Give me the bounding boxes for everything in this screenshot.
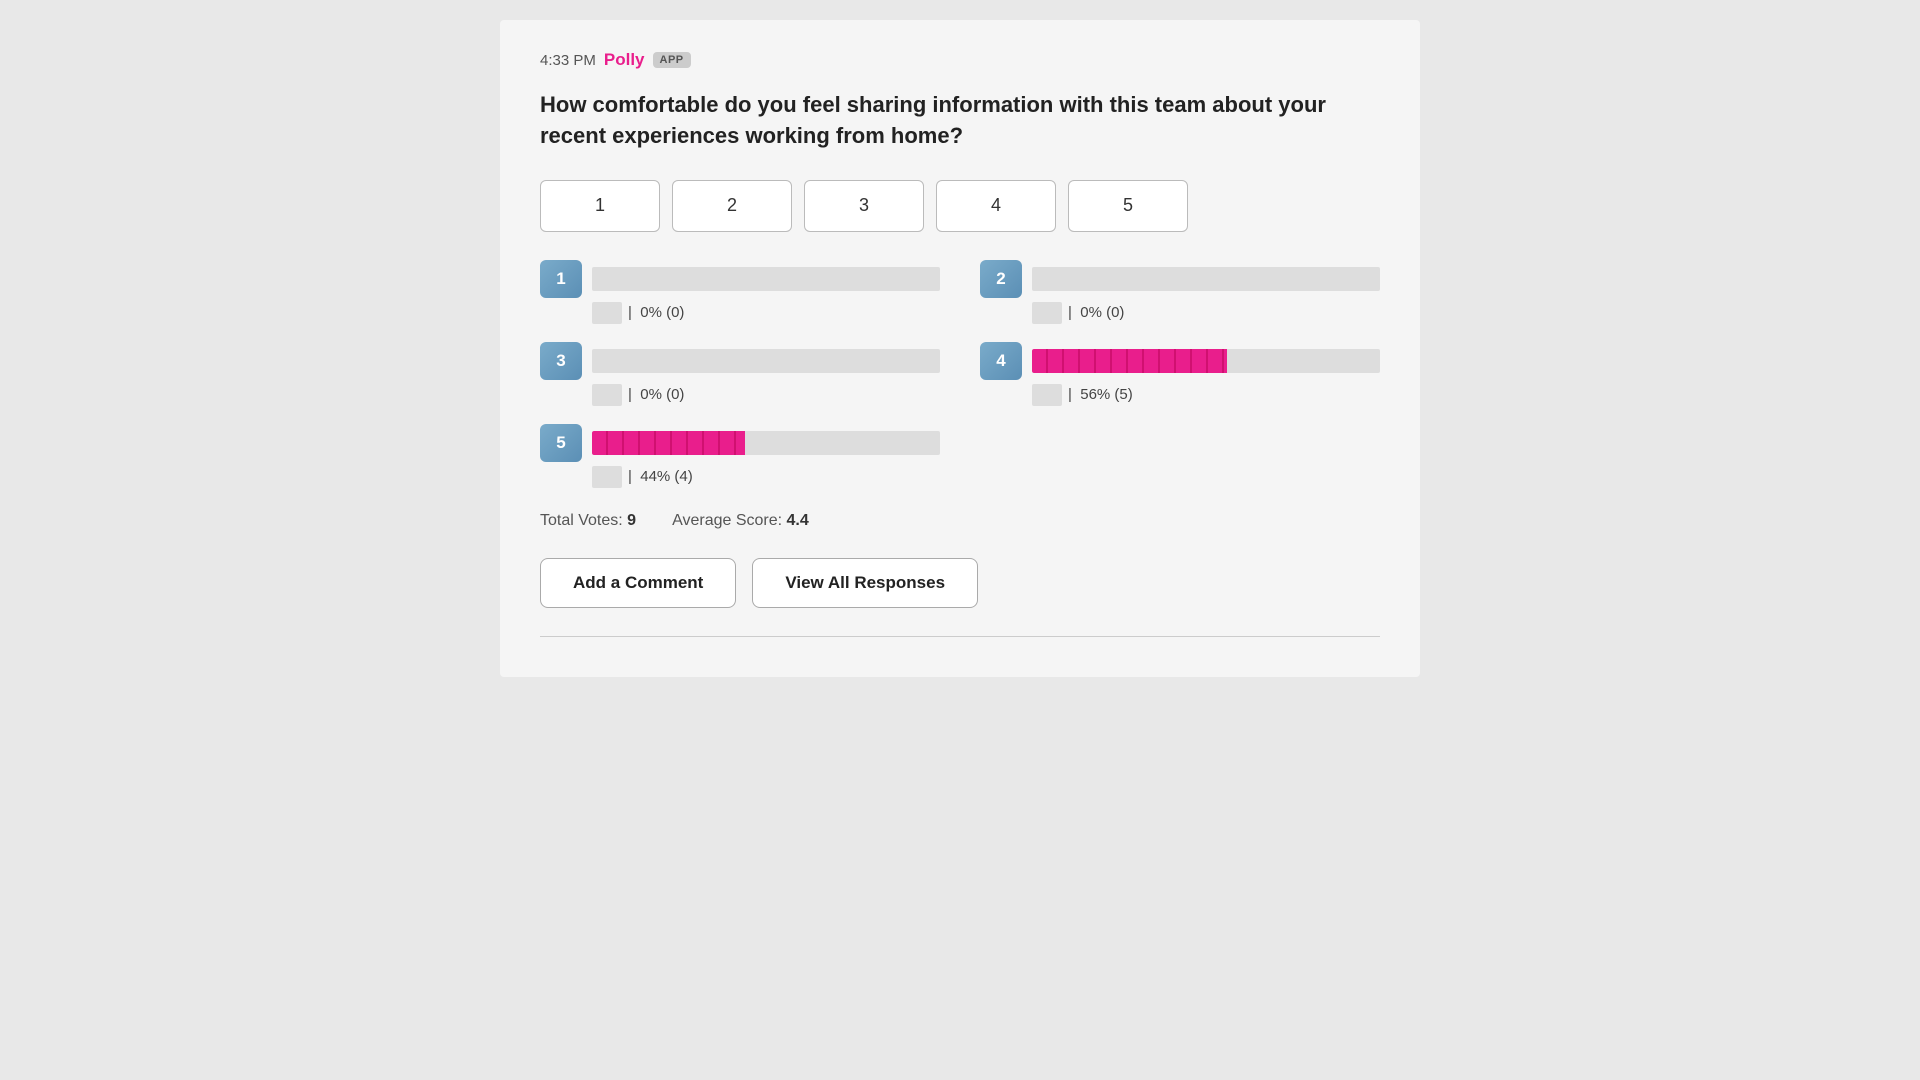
results-grid: 1 | 0% (0) 2 xyxy=(540,260,1380,488)
stats-text-5: | 44% (4) xyxy=(628,468,693,485)
result-row-3: 3 | 0% (0) xyxy=(540,342,940,406)
timestamp: 4:33 PM xyxy=(540,52,596,69)
bar-fill-4 xyxy=(1032,349,1227,373)
result-row-5: 5 | 44% (4) xyxy=(540,424,940,488)
result-label-2: 2 xyxy=(980,260,1022,298)
stats-text-2: | 0% (0) xyxy=(1068,304,1124,321)
stats-placeholder-1 xyxy=(592,302,622,324)
stats-placeholder-4 xyxy=(1032,384,1062,406)
result-label-5: 5 xyxy=(540,424,582,462)
rating-btn-5[interactable]: 5 xyxy=(1068,180,1188,232)
view-responses-button[interactable]: View All Responses xyxy=(752,558,978,608)
stats-text-3: | 0% (0) xyxy=(628,386,684,403)
average-score-label: Average Score: 4.4 xyxy=(672,512,809,530)
stats-text-4: | 56% (5) xyxy=(1068,386,1133,403)
bar-container-2 xyxy=(1032,267,1380,291)
stats-row-4: | 56% (5) xyxy=(980,384,1380,406)
stats-row-2: | 0% (0) xyxy=(980,302,1380,324)
stats-row-1: | 0% (0) xyxy=(540,302,940,324)
rating-btn-1[interactable]: 1 xyxy=(540,180,660,232)
bar-row-2: 2 xyxy=(980,260,1380,298)
question-text: How comfortable do you feel sharing info… xyxy=(540,90,1380,152)
rating-btn-3[interactable]: 3 xyxy=(804,180,924,232)
bar-container-5 xyxy=(592,431,940,455)
rating-btn-4[interactable]: 4 xyxy=(936,180,1056,232)
result-row-2: 2 | 0% (0) xyxy=(980,260,1380,324)
rating-buttons: 1 2 3 4 5 xyxy=(540,180,1380,232)
stats-placeholder-2 xyxy=(1032,302,1062,324)
stats-placeholder-3 xyxy=(592,384,622,406)
rating-btn-2[interactable]: 2 xyxy=(672,180,792,232)
app-name: Polly xyxy=(604,50,645,70)
poll-card: 4:33 PM Polly APP How comfortable do you… xyxy=(500,20,1420,677)
action-buttons: Add a Comment View All Responses xyxy=(540,558,1380,608)
result-label-4: 4 xyxy=(980,342,1022,380)
total-votes-label: Total Votes: 9 xyxy=(540,512,636,530)
result-label-1: 1 xyxy=(540,260,582,298)
bar-row-3: 3 xyxy=(540,342,940,380)
bar-fill-5 xyxy=(592,431,745,455)
result-row-4: 4 | 56% (5) xyxy=(980,342,1380,406)
add-comment-button[interactable]: Add a Comment xyxy=(540,558,736,608)
result-row-1: 1 | 0% (0) xyxy=(540,260,940,324)
average-score-value: 4.4 xyxy=(787,512,809,529)
bottom-divider xyxy=(540,636,1380,637)
bar-container-4 xyxy=(1032,349,1380,373)
result-label-3: 3 xyxy=(540,342,582,380)
stats-placeholder-5 xyxy=(592,466,622,488)
total-votes-value: 9 xyxy=(627,512,636,529)
bar-row-1: 1 xyxy=(540,260,940,298)
bar-row-4: 4 xyxy=(980,342,1380,380)
header-row: 4:33 PM Polly APP xyxy=(540,50,1380,70)
page-wrapper: 4:33 PM Polly APP How comfortable do you… xyxy=(0,0,1920,1080)
bar-container-3 xyxy=(592,349,940,373)
stats-row-5: | 44% (4) xyxy=(540,466,940,488)
stats-row-3: | 0% (0) xyxy=(540,384,940,406)
bar-row-5: 5 xyxy=(540,424,940,462)
bar-container-1 xyxy=(592,267,940,291)
app-badge: APP xyxy=(653,52,691,68)
stats-text-1: | 0% (0) xyxy=(628,304,684,321)
totals-row: Total Votes: 9 Average Score: 4.4 xyxy=(540,512,1380,530)
